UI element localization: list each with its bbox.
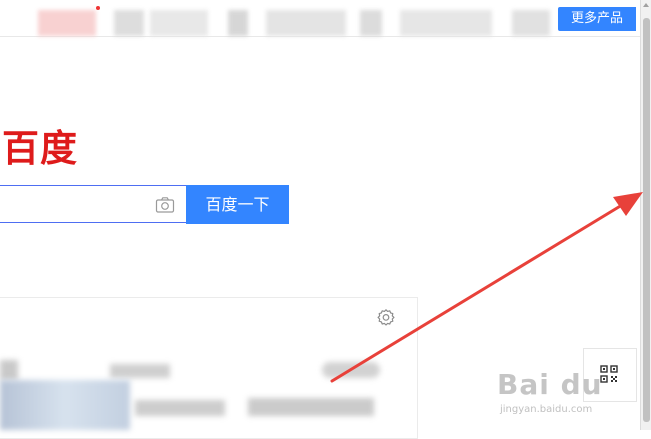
nav-link-blurred[interactable] <box>150 10 208 36</box>
feed-image-blurred[interactable] <box>0 380 130 430</box>
baidu-watermark: Bai du <box>497 368 603 401</box>
feed-item-blurred[interactable] <box>248 398 374 416</box>
feed-item-blurred[interactable] <box>0 360 18 380</box>
top-nav-bar: 更多产品 <box>0 0 640 37</box>
feed-item-blurred[interactable] <box>110 364 170 378</box>
nav-link-blurred[interactable] <box>512 10 550 36</box>
watermark-url: jingyan.baidu.com <box>500 404 593 415</box>
nav-link-blurred[interactable] <box>114 10 144 36</box>
baidu-logo: 百度 <box>2 127 78 170</box>
search-button[interactable]: 百度一下 <box>186 185 289 224</box>
scroll-up-icon[interactable] <box>643 3 649 7</box>
nav-link-blurred[interactable] <box>360 10 382 36</box>
gear-icon[interactable] <box>376 308 396 328</box>
camera-icon[interactable] <box>155 196 175 214</box>
more-products-button[interactable]: 更多产品 <box>558 7 636 31</box>
nav-link-blurred[interactable] <box>228 10 248 36</box>
scrollbar-thumb[interactable] <box>643 18 650 422</box>
nav-link-blurred[interactable] <box>266 10 346 36</box>
feed-item-blurred[interactable] <box>135 400 225 416</box>
notification-dot <box>96 6 100 10</box>
qr-code-icon[interactable] <box>600 365 618 383</box>
feed-item-blurred[interactable] <box>322 362 380 378</box>
nav-link-blurred[interactable] <box>400 10 492 36</box>
vertical-scrollbar[interactable] <box>640 0 651 430</box>
nav-link-blurred[interactable] <box>38 10 96 36</box>
